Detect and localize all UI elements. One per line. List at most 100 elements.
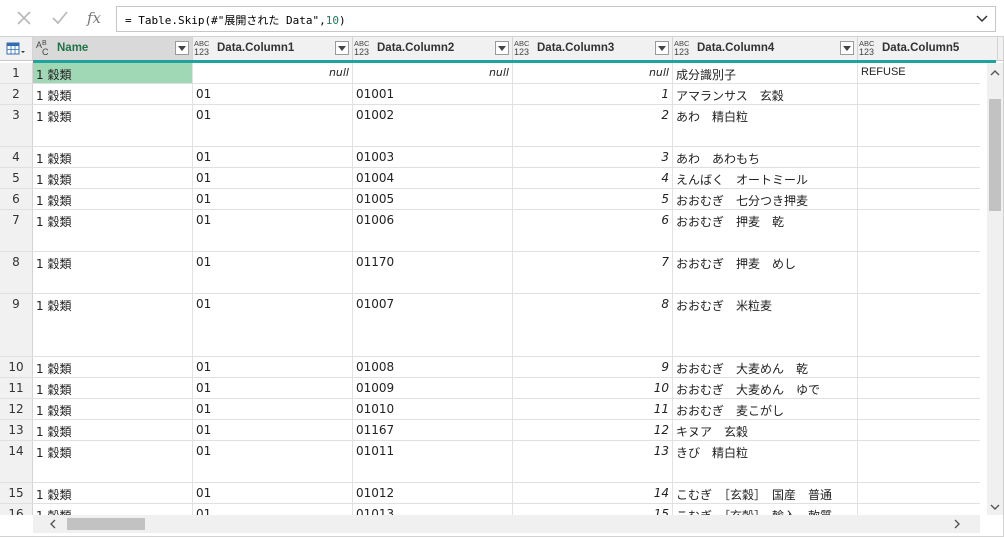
cell-column2[interactable]: 01167 [353,420,513,440]
cell-column3[interactable]: 5 [513,189,673,209]
cell-name[interactable]: 1 穀類 [33,189,193,209]
cell-column1[interactable]: 01 [193,483,353,503]
table-row[interactable]: 71 穀類 01 01006 6 おおむぎ 押麦 乾 [0,210,980,252]
scroll-down-icon[interactable] [989,501,1001,513]
horizontal-scrollbar[interactable] [33,515,980,533]
cell-column2[interactable]: 01003 [353,147,513,167]
column-header-2[interactable]: ABC 123 Data.Column2 [353,37,513,61]
cell-column5[interactable] [858,420,980,440]
column-header-3[interactable]: ABC 123 Data.Column3 [513,37,673,61]
cell-column4[interactable]: おおむぎ 大麦めん 乾 [673,357,858,377]
cell-name[interactable]: 1 穀類 [33,84,193,104]
any-type-icon[interactable]: ABC 123 [859,40,881,58]
cell-column4[interactable]: きび 精白粒 [673,441,858,482]
cell-column2[interactable]: 01007 [353,294,513,356]
cell-column5[interactable] [858,147,980,167]
cell-column5[interactable] [858,252,980,293]
check-icon[interactable] [46,6,74,30]
cell-column2[interactable]: 01004 [353,168,513,188]
table-row[interactable]: 13 1 穀類 01 01167 12 キヌア 玄穀 [0,420,980,441]
table-row[interactable]: 14 1 穀類 01 01011 13 きび 精白粒 [0,441,980,483]
cell-column4[interactable]: おおむぎ 麦こがし [673,399,858,419]
table-row[interactable]: 21 穀類 01 01001 1 アマランサス 玄穀 [0,84,980,105]
cell-column5[interactable] [858,483,980,503]
cell-column2[interactable]: null [353,63,513,83]
cell-column3[interactable]: 4 [513,168,673,188]
cell-name[interactable]: 1 穀類 [33,378,193,398]
cell-column4[interactable]: アマランサス 玄穀 [673,84,858,104]
cell-column5[interactable] [858,399,980,419]
cell-name[interactable]: 1 穀類 [33,441,193,482]
cell-column1[interactable]: 01 [193,147,353,167]
cell-column1[interactable]: 01 [193,399,353,419]
cell-column2[interactable]: 01010 [353,399,513,419]
cell-column1[interactable]: 01 [193,210,353,251]
table-row[interactable]: 51 穀類 01 01004 4 えんばく オートミール [0,168,980,189]
cell-column1[interactable]: 01 [193,294,353,356]
cell-column4[interactable]: えんばく オートミール [673,168,858,188]
any-type-icon[interactable]: ABC 123 [514,40,536,58]
formula-input[interactable]: = Table.Skip(#"展開された Data",10) [116,6,996,32]
cell-column5[interactable] [858,189,980,209]
cell-column2[interactable]: 01002 [353,105,513,146]
cell-column4[interactable]: おおむぎ 米粒麦 [673,294,858,356]
cell-column2[interactable]: 01012 [353,483,513,503]
table-row[interactable]: 41 穀類 01 01003 3 あわ あわもち [0,147,980,168]
scroll-right-icon[interactable] [951,518,963,530]
cell-column3[interactable]: 13 [513,441,673,482]
cell-column1[interactable]: 01 [193,357,353,377]
table-row[interactable]: 31 穀類 01 01002 2 あわ 精白粒 [0,105,980,147]
cell-column4[interactable]: こむぎ ［玄穀］ 輸入 軟質 [673,504,858,515]
cell-column4[interactable]: おおむぎ 七分つき押麦 [673,189,858,209]
cell-column4[interactable]: キヌア 玄穀 [673,420,858,440]
filter-dropdown-icon[interactable] [840,41,854,55]
cell-column2[interactable]: 01001 [353,84,513,104]
cell-column3[interactable]: 12 [513,420,673,440]
cell-column4[interactable]: おおむぎ 押麦 乾 [673,210,858,251]
cell-name[interactable]: 1 穀類 [33,399,193,419]
text-type-icon[interactable]: ABC [34,40,56,58]
table-row[interactable]: 81 穀類 01 01170 7 おおむぎ 押麦 めし [0,252,980,294]
cell-name[interactable]: 1 穀類 [33,294,193,356]
cell-column3[interactable]: 8 [513,294,673,356]
cell-name[interactable]: 1 穀類 [33,105,193,146]
filter-dropdown-icon[interactable] [335,41,349,55]
table-row[interactable]: 61 穀類 01 01005 5 おおむぎ 七分つき押麦 [0,189,980,210]
cell-name[interactable]: 1 穀類 [33,357,193,377]
close-icon[interactable] [10,6,38,30]
cell-column5[interactable] [858,210,980,251]
cell-name[interactable]: 1 穀類 [33,252,193,293]
cell-column1[interactable]: 01 [193,504,353,515]
cell-column1[interactable]: 01 [193,84,353,104]
fx-icon[interactable]: fx [80,6,108,30]
cell-column3[interactable]: 3 [513,147,673,167]
cell-column2[interactable]: 01009 [353,378,513,398]
cell-column5[interactable] [858,357,980,377]
column-header-0[interactable]: A B C Name [33,37,193,61]
cell-column3[interactable]: 14 [513,483,673,503]
cell-column4[interactable]: あわ 精白粒 [673,105,858,146]
cell-column3[interactable]: null [513,63,673,83]
cell-column1[interactable]: 01 [193,189,353,209]
table-row[interactable]: 11 1 穀類 01 01009 10 おおむぎ 大麦めん ゆで [0,378,980,399]
cell-column4[interactable]: こむぎ ［玄穀］ 国産 普通 [673,483,858,503]
column-header-5[interactable]: ABC 123 Data.Column5 [858,37,998,61]
cell-column5[interactable] [858,378,980,398]
cell-column2[interactable]: 01005 [353,189,513,209]
cell-column3[interactable]: 2 [513,105,673,146]
filter-dropdown-icon[interactable] [495,41,509,55]
cell-column1[interactable]: 01 [193,420,353,440]
cell-column5[interactable] [858,504,980,515]
chevron-down-icon[interactable] [973,10,991,28]
table-row[interactable]: 15 1 穀類 01 01012 14 こむぎ ［玄穀］ 国産 普通 [0,483,980,504]
cell-name[interactable]: 1 穀類 [33,483,193,503]
table-row[interactable]: 12 1 穀類 01 01010 11 おおむぎ 麦こがし [0,399,980,420]
table-icon[interactable] [0,37,33,61]
horizontal-scroll-thumb[interactable] [67,518,145,530]
table-row[interactable]: 91 穀類 01 01007 8 おおむぎ 米粒麦 [0,294,980,357]
cell-name[interactable]: 1 穀類 [33,210,193,251]
vertical-scroll-thumb[interactable] [989,99,1001,211]
cell-column4[interactable]: 成分識別子 [673,63,858,83]
cell-column3[interactable]: 6 [513,210,673,251]
cell-column2[interactable]: 01006 [353,210,513,251]
